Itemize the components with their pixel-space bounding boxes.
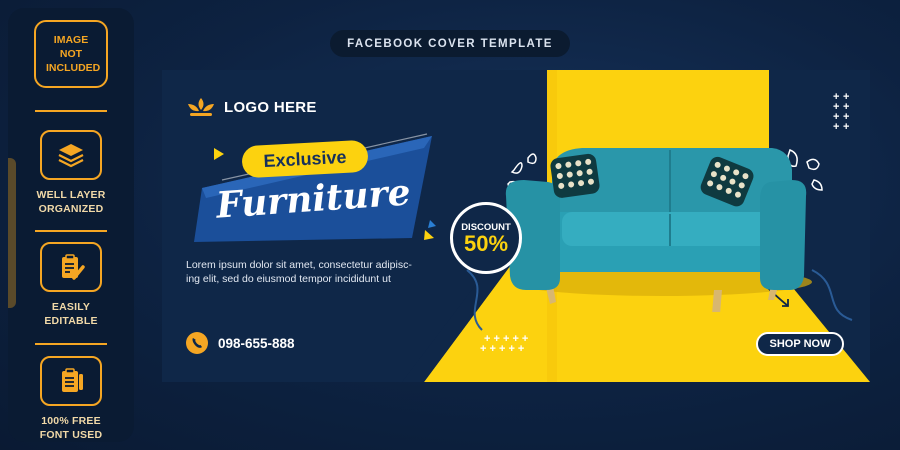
svg-text:+: + (833, 121, 839, 133)
logo-text: LOGO HERE (224, 98, 317, 116)
features-sidebar: IMAGE NOT INCLUDED WELL LAYER ORGANIZED (8, 8, 134, 442)
brand-logo: LOGO HERE (186, 96, 317, 118)
feature-layers: WELL LAYER ORGANIZED (8, 130, 134, 216)
svg-text:+: + (843, 121, 849, 133)
svg-text:+ + + + +: + + + + + (480, 343, 524, 355)
leaf-logo-icon (188, 98, 214, 116)
discount-badge: DISCOUNT 50% (450, 202, 522, 274)
discount-value: 50% (463, 230, 509, 256)
divider (35, 343, 107, 345)
image-not-included-badge: IMAGE NOT INCLUDED (8, 20, 134, 88)
image-not-included-label: IMAGE NOT INCLUDED (46, 34, 101, 74)
layers-icon (58, 144, 84, 168)
shop-now-button[interactable]: SHOP NOW (756, 332, 844, 356)
feature-editable: EASILY EDITABLE (8, 242, 134, 328)
feature-free-font: 100% FREE FONT USED (8, 356, 134, 442)
phone-contact[interactable]: 098-655-888 (186, 332, 295, 354)
font-icon-box (40, 356, 102, 406)
divider (35, 230, 107, 232)
template-title-pill: FACEBOOK COVER TEMPLATE (330, 30, 570, 57)
exclusive-badge: Exclusive (241, 139, 369, 179)
divider (35, 110, 107, 112)
description-text: Lorem ipsum dolor sit amet, consectetur … (186, 259, 412, 285)
edit-icon-box (40, 242, 102, 292)
edit-document-icon (62, 254, 85, 280)
feature-layers-label: WELL LAYER ORGANIZED (36, 189, 106, 215)
feature-editable-label: EASILY EDITABLE (44, 301, 98, 327)
font-document-icon (62, 368, 83, 392)
feature-free-font-label: 100% FREE FONT USED (39, 415, 103, 441)
phone-number: 098-655-888 (218, 335, 295, 351)
image-not-included-box: IMAGE NOT INCLUDED (34, 20, 108, 88)
sofa-illustration (505, 148, 807, 312)
cover-banner: + + + + + + + + + + + + + + + + + + LOGO… (162, 70, 870, 382)
phone-icon (186, 332, 208, 354)
layers-icon-box (40, 130, 102, 180)
